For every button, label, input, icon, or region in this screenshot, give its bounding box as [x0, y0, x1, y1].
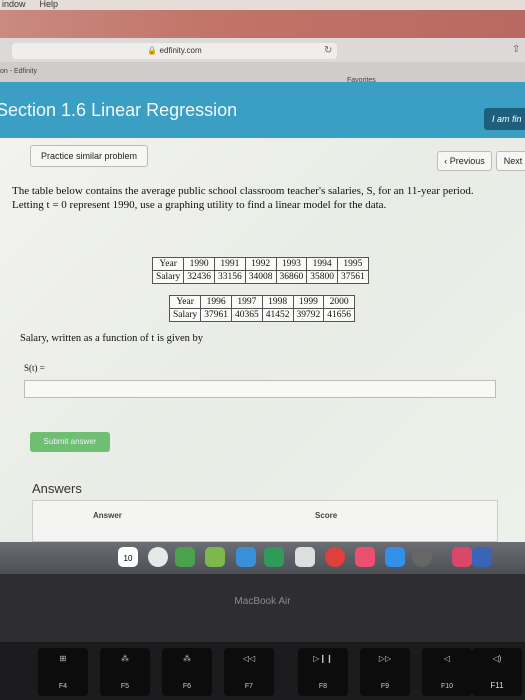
- url: edfinity.com: [159, 46, 202, 55]
- laptop-bezel: [0, 574, 525, 642]
- cell: 37961: [200, 308, 233, 322]
- salary-table-1: Year 1990 1991 1992 1993 1994 1995 Salary 32436…: [151, 257, 369, 284]
- calendar-day: 10: [123, 554, 133, 563]
- cell: 32436: [183, 270, 216, 284]
- word-icon[interactable]: [472, 547, 492, 567]
- key-f10[interactable]: ◁ F10: [422, 648, 472, 696]
- salary-table-2: Year 1996 1997 1998 1999 2000 Salary 37961 4036…: [168, 295, 356, 322]
- finish-button[interactable]: I am fin: [484, 108, 525, 130]
- numbers-icon[interactable]: [264, 547, 284, 567]
- answer-column-header: Answer: [93, 511, 122, 520]
- cell: 1991: [214, 257, 246, 271]
- input-label: S(t) =: [24, 363, 45, 373]
- cell: 39792: [292, 308, 325, 322]
- submit-answer-button[interactable]: Submit answer: [30, 432, 110, 452]
- key-f4[interactable]: ⊞ F4: [38, 648, 88, 696]
- cell: Year: [168, 295, 202, 309]
- dock: [0, 542, 525, 574]
- previous-button[interactable]: ‹ Previous: [437, 151, 492, 171]
- key-f11[interactable]: ◁) F11: [472, 648, 522, 696]
- answers-table: Answer Score: [32, 500, 498, 542]
- cell: Salary: [168, 308, 202, 322]
- powerpoint-icon[interactable]: [452, 547, 472, 567]
- page-title: Section 1.6 Linear Regression: [0, 100, 238, 120]
- key-f5[interactable]: ⁂ F5: [100, 648, 150, 696]
- cell: 1997: [231, 295, 263, 309]
- share-icon[interactable]: ⇧: [512, 44, 520, 55]
- answer-input[interactable]: [24, 380, 496, 398]
- answers-heading: Answers: [32, 481, 82, 496]
- score-column-header: Score: [315, 511, 338, 520]
- photos-icon[interactable]: [148, 547, 168, 567]
- cell: 1990: [183, 257, 216, 271]
- cell: 1993: [275, 257, 308, 271]
- menu-window[interactable]: indow: [2, 0, 26, 9]
- facetime-icon[interactable]: [175, 547, 195, 567]
- cell: 36860: [275, 270, 308, 284]
- model-label: MacBook Air: [234, 596, 291, 607]
- cell: 1994: [306, 257, 339, 271]
- cell: 41656: [323, 308, 356, 322]
- cell: 37561: [337, 270, 369, 284]
- key-f8[interactable]: ▷❙❙ F8: [298, 648, 348, 696]
- table-row: Salary 32436 33156 34008 36860 35800 37561: [151, 270, 369, 284]
- system-preferences-icon[interactable]: [412, 547, 432, 567]
- menubar: indow Help: [0, 0, 525, 10]
- cell: 40365: [231, 308, 263, 322]
- next-button[interactable]: Next: [496, 151, 525, 171]
- music-icon[interactable]: [355, 547, 375, 567]
- key-f6[interactable]: ⁂ F6: [162, 648, 212, 696]
- tab-bar: on - Edfinity Favorites: [0, 62, 525, 84]
- key-f9[interactable]: ▷▷ F9: [360, 648, 410, 696]
- menu-help[interactable]: Help: [40, 0, 59, 9]
- cell: Year: [151, 257, 185, 271]
- cell: 34008: [244, 270, 277, 284]
- news-icon[interactable]: [325, 547, 345, 567]
- messages-icon[interactable]: [205, 547, 225, 567]
- app-store-icon[interactable]: [385, 547, 405, 567]
- address-bar[interactable]: 🔒 edfinity.com: [12, 43, 337, 59]
- cell: Salary: [151, 270, 185, 284]
- cell: 41452: [261, 308, 294, 322]
- cell: 35800: [306, 270, 339, 284]
- cell: 1999: [292, 295, 325, 309]
- table-row: Year 1990 1991 1992 1993 1994 1995: [151, 257, 369, 271]
- cell: 2000: [323, 295, 356, 309]
- table-row: Salary 37961 40365 41452 39792 41656: [168, 308, 356, 322]
- cell: 33156: [214, 270, 246, 284]
- maps-icon[interactable]: [236, 547, 256, 567]
- problem-text: The table below contains the average pub…: [12, 185, 474, 211]
- cell: 1995: [337, 257, 369, 271]
- reload-icon[interactable]: ↻: [324, 45, 332, 56]
- cell: 1998: [261, 295, 294, 309]
- keynote-icon[interactable]: [295, 547, 315, 567]
- prompt-text: Salary, written as a function of t is gi…: [20, 333, 204, 344]
- key-f7[interactable]: ◁◁ F7: [224, 648, 274, 696]
- cell: 1992: [244, 257, 277, 271]
- practice-similar-button[interactable]: Practice similar problem: [30, 145, 148, 167]
- tab-edfinity[interactable]: on - Edfinity: [0, 68, 37, 75]
- cell: 1996: [200, 295, 233, 309]
- calendar-icon[interactable]: 10: [118, 547, 138, 567]
- table-row: Year 1996 1997 1998 1999 2000: [168, 295, 356, 309]
